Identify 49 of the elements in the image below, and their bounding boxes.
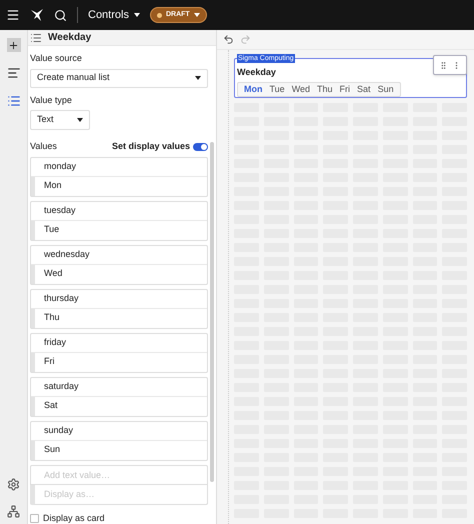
display-text[interactable]: Wed [44, 267, 62, 281]
checkbox[interactable] [30, 514, 39, 523]
add-value-field[interactable]: Add text value… [30, 464, 208, 484]
caret-icon [134, 13, 140, 17]
segment-option[interactable]: Thu [314, 82, 336, 96]
menu-icon[interactable] [6, 8, 20, 22]
add-icon[interactable] [6, 38, 20, 52]
workbook-title[interactable]: Controls [88, 6, 140, 24]
display-text[interactable]: Mon [44, 179, 62, 193]
checkbox-label: Display as card [43, 512, 105, 524]
segment-option[interactable]: Tue [266, 82, 288, 96]
caret-icon [77, 118, 83, 122]
display-as-field[interactable]: Display as… [30, 484, 208, 504]
segment-option[interactable]: Fri [336, 82, 354, 96]
value-text[interactable]: tuesday [44, 204, 76, 218]
segment-option[interactable]: Sat [354, 82, 374, 96]
drag-handle-icon[interactable] [439, 60, 448, 70]
field-label: Value source [30, 52, 83, 65]
segment-option[interactable]: Mon [241, 82, 266, 96]
segment-option[interactable]: Sun [374, 82, 397, 96]
lines-icon[interactable] [6, 66, 20, 80]
control-title: Weekday [237, 66, 277, 79]
field-label: Value type [30, 94, 73, 107]
toggle-switch[interactable] [193, 142, 208, 151]
toggle-label: Set display values [112, 140, 190, 153]
caret-icon [194, 13, 200, 17]
segment-option[interactable]: Wed [288, 82, 314, 96]
value-source-select[interactable]: Create manual list [30, 68, 208, 88]
display-text[interactable]: Thu [44, 311, 60, 325]
panel-title: Weekday [48, 31, 92, 45]
logo-icon [30, 8, 44, 22]
display-text[interactable]: Fri [44, 355, 54, 369]
value-text[interactable]: friday [44, 336, 66, 350]
value-text[interactable]: sunday [44, 424, 74, 438]
display-text[interactable]: Tue [44, 223, 60, 237]
values-label: Values [30, 140, 57, 153]
undo-icon[interactable] [223, 34, 234, 45]
value-text[interactable]: monday [44, 160, 76, 174]
caret-icon [195, 76, 201, 80]
value-text[interactable]: thursday [44, 292, 79, 306]
search-icon[interactable] [54, 8, 67, 22]
display-text[interactable]: Sat [44, 399, 58, 413]
settings-icon[interactable] [7, 478, 20, 491]
value-text[interactable]: wednesday [44, 248, 90, 262]
display-text[interactable]: Sun [44, 443, 60, 457]
list-icon[interactable] [6, 94, 20, 108]
value-type-select[interactable]: Text [30, 110, 90, 130]
hierarchy-icon[interactable] [7, 505, 20, 518]
value-text[interactable]: saturday [44, 380, 79, 394]
